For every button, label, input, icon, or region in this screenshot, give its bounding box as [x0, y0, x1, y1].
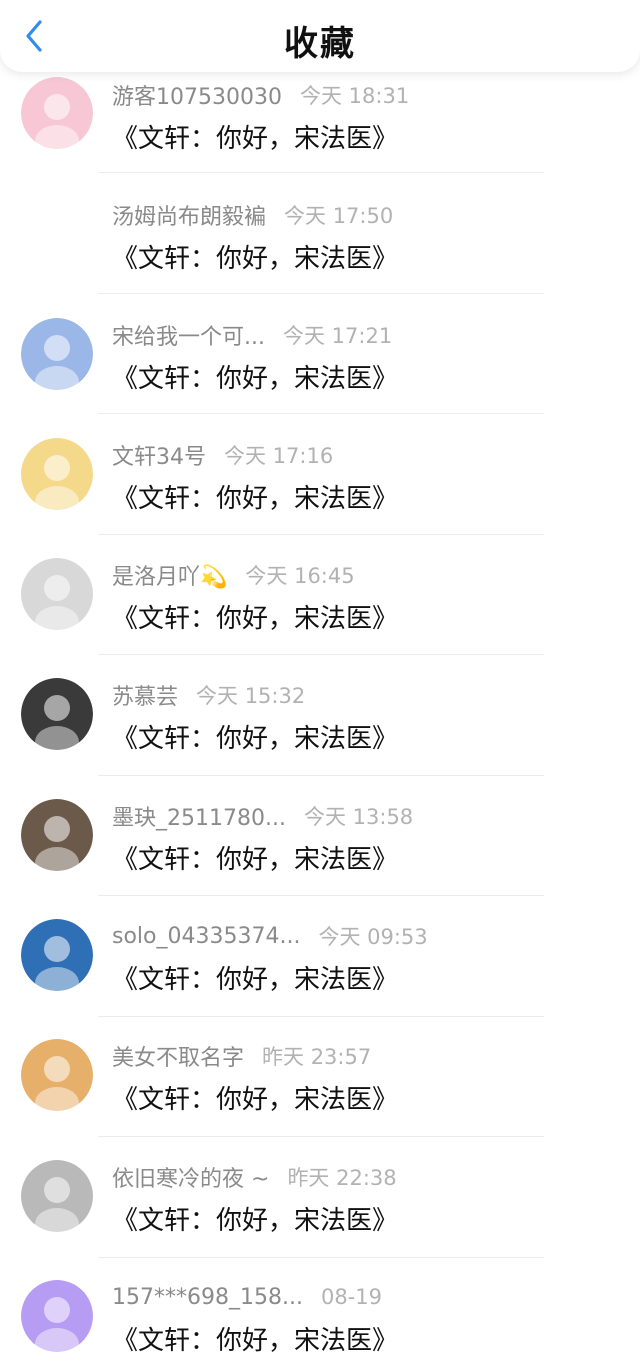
user-name[interactable]: 依旧寒冷的夜 ~	[112, 1161, 269, 1193]
favorite-content[interactable]: 《文轩：你好，宋法医》	[112, 959, 398, 996]
timestamp: 今天 18:31	[299, 84, 410, 108]
user-name[interactable]: 美女不取名字	[112, 1040, 244, 1072]
favorites-screen: 收藏 游客107530030 今天 18:31 《文轩：你好，宋法医》 汤姆尚布朗毅褊…	[0, 0, 640, 1365]
favorite-content[interactable]: 《文轩：你好，宋法医》	[112, 1079, 398, 1116]
user-name[interactable]: 苏慕芸	[112, 679, 178, 711]
item-meta: 是洛月吖💫 今天 16:45	[112, 560, 355, 590]
avatar[interactable]	[21, 799, 93, 871]
item-meta: 宋给我一个可... 今天 17:21	[112, 320, 392, 350]
avatar[interactable]	[21, 77, 93, 149]
page-title: 收藏	[284, 24, 356, 64]
divider	[98, 172, 544, 173]
avatar[interactable]	[21, 318, 93, 390]
avatar[interactable]	[21, 919, 93, 991]
user-name[interactable]: 宋给我一个可...	[112, 319, 265, 351]
favorite-content[interactable]: 《文轩：你好，宋法医》	[112, 1200, 398, 1237]
user-name[interactable]: 汤姆尚布朗毅褊	[112, 199, 266, 231]
avatar[interactable]	[21, 438, 93, 510]
timestamp: 今天 09:53	[318, 925, 428, 949]
item-meta: 汤姆尚布朗毅褊 今天 17:50	[112, 200, 393, 230]
divider	[98, 775, 544, 776]
user-name[interactable]: 墨玦_2511780...	[112, 800, 286, 832]
item-meta: 墨玦_2511780... 今天 13:58	[112, 801, 413, 831]
timestamp: 今天 13:58	[303, 805, 414, 829]
favorite-content[interactable]: 《文轩：你好，宋法医》	[112, 358, 398, 395]
item-meta: solo_04335374... 今天 09:53	[112, 921, 428, 951]
divider	[98, 895, 544, 896]
divider	[98, 534, 544, 535]
avatar[interactable]	[21, 558, 93, 630]
avatar[interactable]	[21, 678, 93, 750]
favorite-content[interactable]: 《文轩：你好，宋法医》	[112, 118, 398, 155]
favorite-content[interactable]: 《文轩：你好，宋法医》	[112, 238, 398, 275]
timestamp: 今天 16:45	[245, 564, 355, 588]
user-name[interactable]: 是洛月吖💫	[112, 559, 227, 591]
divider	[98, 1257, 544, 1258]
divider	[98, 413, 544, 414]
item-meta: 游客107530030 今天 18:31	[112, 80, 409, 110]
avatar[interactable]	[21, 1280, 93, 1352]
item-meta: 苏慕芸 今天 15:32	[112, 680, 305, 710]
item-meta: 依旧寒冷的夜 ~ 昨天 22:38	[112, 1162, 397, 1192]
user-name[interactable]: 157***698_158...	[112, 1285, 303, 1310]
timestamp: 今天 17:50	[284, 204, 394, 228]
divider	[98, 1136, 544, 1137]
favorite-content[interactable]: 《文轩：你好，宋法医》	[112, 598, 398, 635]
timestamp: 昨天 22:38	[287, 1166, 397, 1190]
favorite-content[interactable]: 《文轩：你好，宋法医》	[112, 1320, 398, 1357]
item-meta: 157***698_158... 08-19	[112, 1282, 382, 1312]
divider	[98, 1016, 544, 1017]
user-name[interactable]: solo_04335374...	[112, 924, 300, 949]
timestamp: 08-19	[320, 1285, 382, 1309]
favorite-content[interactable]: 《文轩：你好，宋法医》	[112, 718, 398, 755]
item-meta: 美女不取名字 昨天 23:57	[112, 1041, 371, 1071]
user-name[interactable]: 文轩34号	[112, 439, 206, 471]
header-bar: 收藏	[0, 0, 640, 72]
timestamp: 今天 15:32	[196, 684, 306, 708]
user-name[interactable]: 游客107530030	[112, 79, 282, 111]
favorite-content[interactable]: 《文轩：你好，宋法医》	[112, 839, 398, 876]
timestamp: 今天 17:16	[224, 444, 334, 468]
avatar[interactable]	[21, 1039, 93, 1111]
avatar[interactable]	[21, 1160, 93, 1232]
favorite-content[interactable]: 《文轩：你好，宋法医》	[112, 478, 398, 515]
item-meta: 文轩34号 今天 17:16	[112, 440, 333, 470]
divider	[98, 654, 544, 655]
timestamp: 今天 17:21	[282, 324, 393, 348]
timestamp: 昨天 23:57	[262, 1045, 372, 1069]
divider	[98, 293, 544, 294]
